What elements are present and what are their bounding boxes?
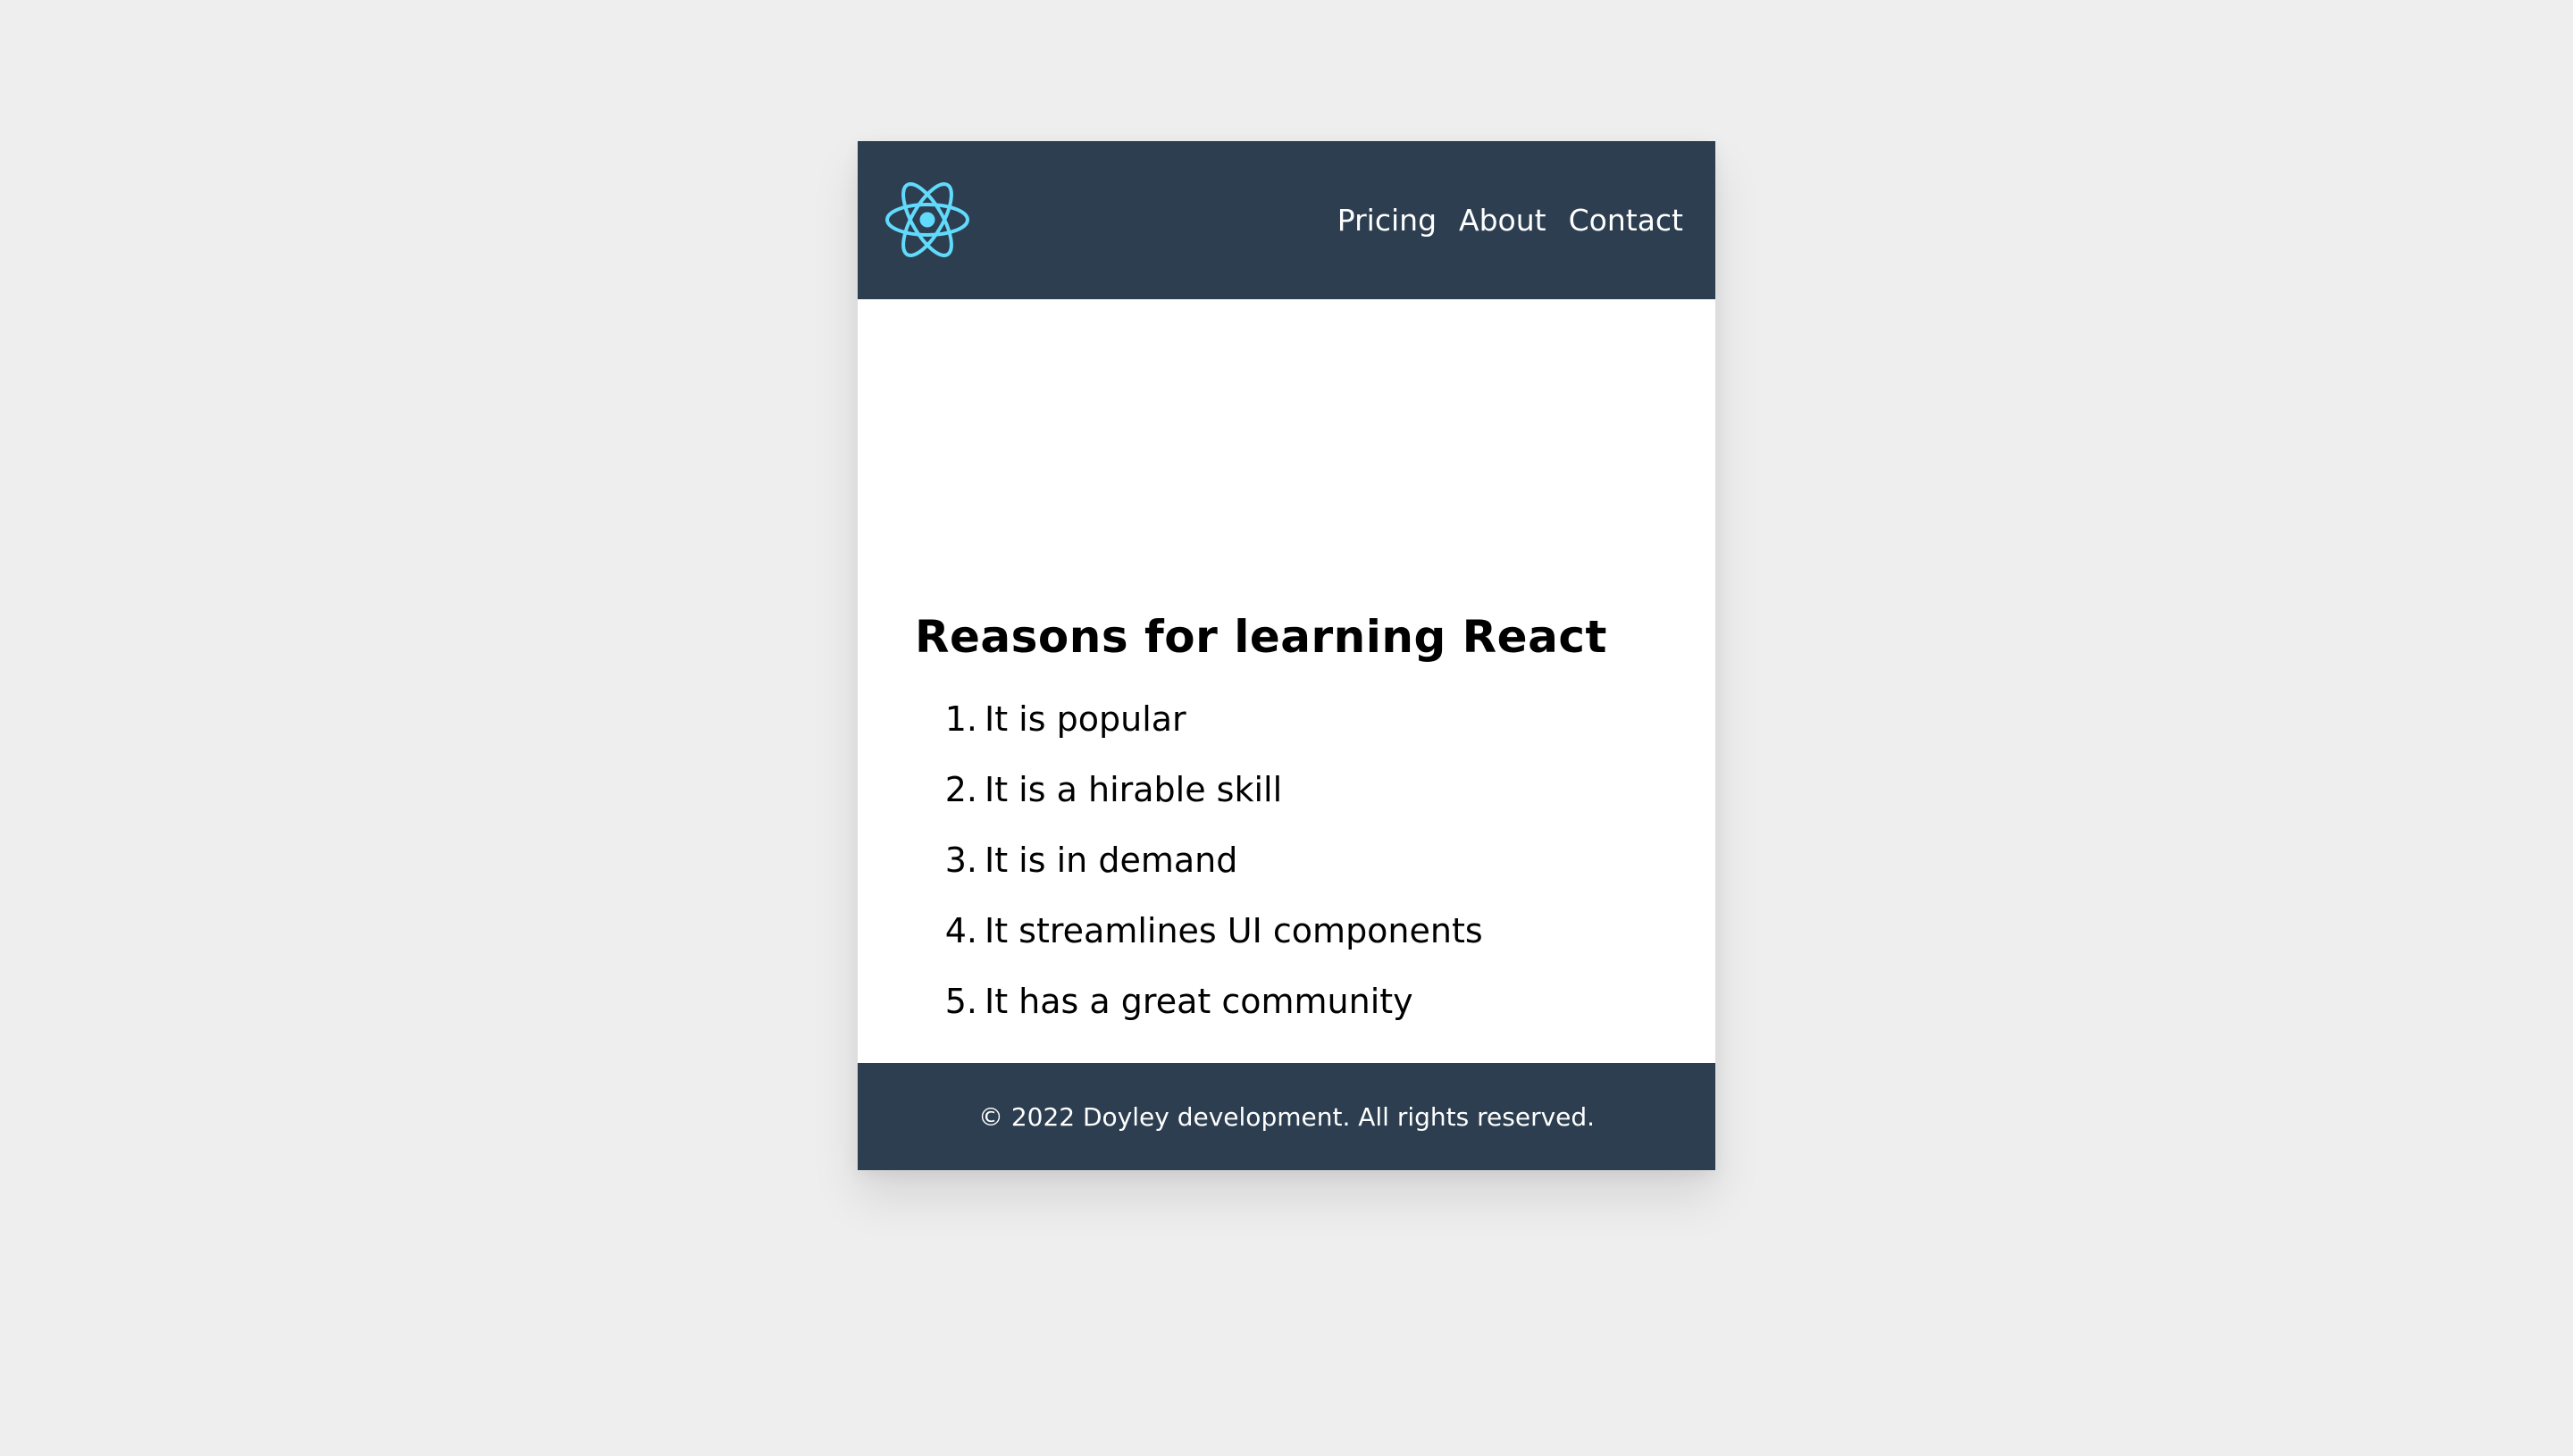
- list-item-text: It streamlines UI components: [985, 911, 1483, 950]
- nav-menu: Pricing About Contact: [1315, 141, 1683, 299]
- page-title: Reasons for learning React: [915, 611, 1607, 663]
- list-item: 2. It is a hirable skill: [915, 770, 1483, 841]
- nav-link-about[interactable]: About: [1459, 203, 1546, 238]
- list-item-text: It is in demand: [985, 841, 1238, 880]
- nav-link-contact[interactable]: Contact: [1569, 203, 1683, 238]
- list-item: 4. It streamlines UI components: [915, 911, 1483, 982]
- list-item: 5. It has a great community: [915, 982, 1483, 1052]
- reasons-list: 1. It is popular 2. It is a hirable skil…: [915, 699, 1483, 1052]
- list-item-number: 3.: [944, 841, 977, 880]
- list-item-number: 5.: [944, 982, 977, 1021]
- footer: © 2022 Doyley development. All rights re…: [858, 1063, 1715, 1170]
- list-item-text: It has a great community: [985, 982, 1413, 1021]
- react-logo-icon[interactable]: [884, 180, 970, 260]
- list-item: 3. It is in demand: [915, 841, 1483, 911]
- list-item-text: It is a hirable skill: [985, 770, 1283, 809]
- list-item: 1. It is popular: [915, 699, 1483, 770]
- header: Pricing About Contact: [858, 141, 1715, 299]
- list-item-number: 4.: [944, 911, 977, 950]
- list-item-number: 1.: [944, 699, 977, 739]
- footer-copyright: © 2022 Doyley development. All rights re…: [977, 1101, 1596, 1132]
- page-card: Pricing About Contact Reasons for learni…: [858, 141, 1715, 1170]
- list-item-number: 2.: [944, 770, 977, 809]
- nav-link-pricing[interactable]: Pricing: [1337, 203, 1437, 238]
- list-item-text: It is popular: [985, 699, 1186, 739]
